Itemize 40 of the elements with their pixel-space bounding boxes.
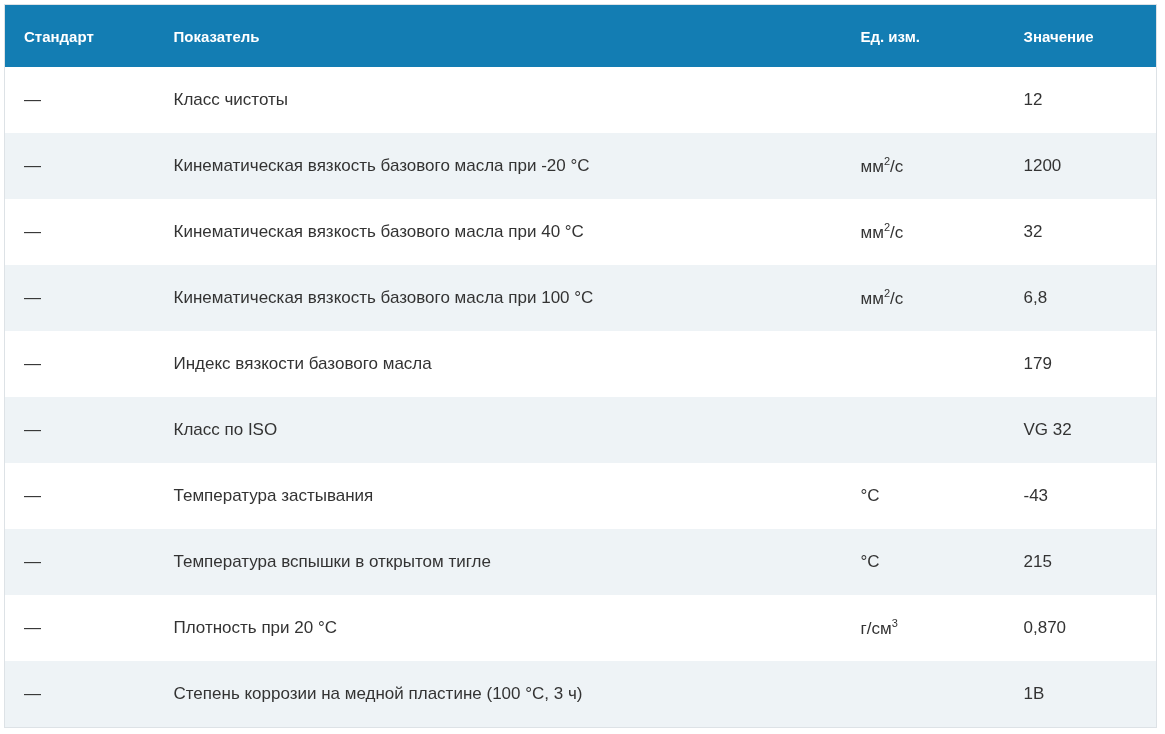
parameter-cell: Температура застывания	[173, 463, 861, 529]
parameter-cell: Индекс вязкости базового масла	[173, 331, 861, 397]
standard-cell: —	[4, 265, 174, 331]
unit-cell: мм$^{2}$/с	[860, 199, 1024, 265]
unit-cell: °C	[860, 529, 1024, 595]
value-cell: 179	[1023, 331, 1157, 397]
parameter-cell: Температура вспышки в открытом тигле	[173, 529, 861, 595]
unit-cell: г/см$^{3}$	[860, 595, 1024, 661]
standard-cell: —	[4, 133, 174, 199]
value-cell: -43	[1023, 463, 1157, 529]
standard-cell: —	[4, 529, 174, 595]
standard-cell: —	[4, 331, 174, 397]
value-cell: 1В	[1023, 661, 1157, 728]
parameter-cell: Кинематическая вязкость базового масла при 100 °C	[173, 265, 861, 331]
standard-cell: —	[4, 199, 174, 265]
parameter-cell: Степень коррозии на медной пластине (100 °C, 3 ч)	[173, 661, 861, 728]
column-header: Стандарт	[4, 4, 174, 67]
unit-cell: мм$^{2}$/с	[860, 133, 1024, 199]
value-cell: 32	[1023, 199, 1157, 265]
unit-cell: мм$^{2}$/с	[860, 265, 1024, 331]
column-header: Ед. изм.	[860, 4, 1024, 67]
standard-cell: —	[4, 397, 174, 463]
value-cell: 1200	[1023, 133, 1157, 199]
value-cell: 6,8	[1023, 265, 1157, 331]
standard-cell: —	[4, 463, 174, 529]
parameter-cell: Плотность при 20 °C	[173, 595, 861, 661]
parameter-cell: Кинематическая вязкость базового масла при 40 °C	[173, 199, 861, 265]
parameter-cell: Кинематическая вязкость базового масла при -20 °C	[173, 133, 861, 199]
standard-cell: —	[4, 595, 174, 661]
parameter-cell: Класс по ISO	[173, 397, 861, 463]
standard-cell: —	[4, 67, 174, 133]
value-cell: 0,870	[1023, 595, 1157, 661]
standard-cell: —	[4, 661, 174, 728]
column-header: Значение	[1023, 4, 1157, 67]
value-cell: VG 32	[1023, 397, 1157, 463]
column-header: Показатель	[173, 4, 861, 67]
value-cell: 215	[1023, 529, 1157, 595]
value-cell: 12	[1023, 67, 1157, 133]
parameter-cell: Класс чистоты	[173, 67, 861, 133]
unit-cell: °C	[860, 463, 1024, 529]
